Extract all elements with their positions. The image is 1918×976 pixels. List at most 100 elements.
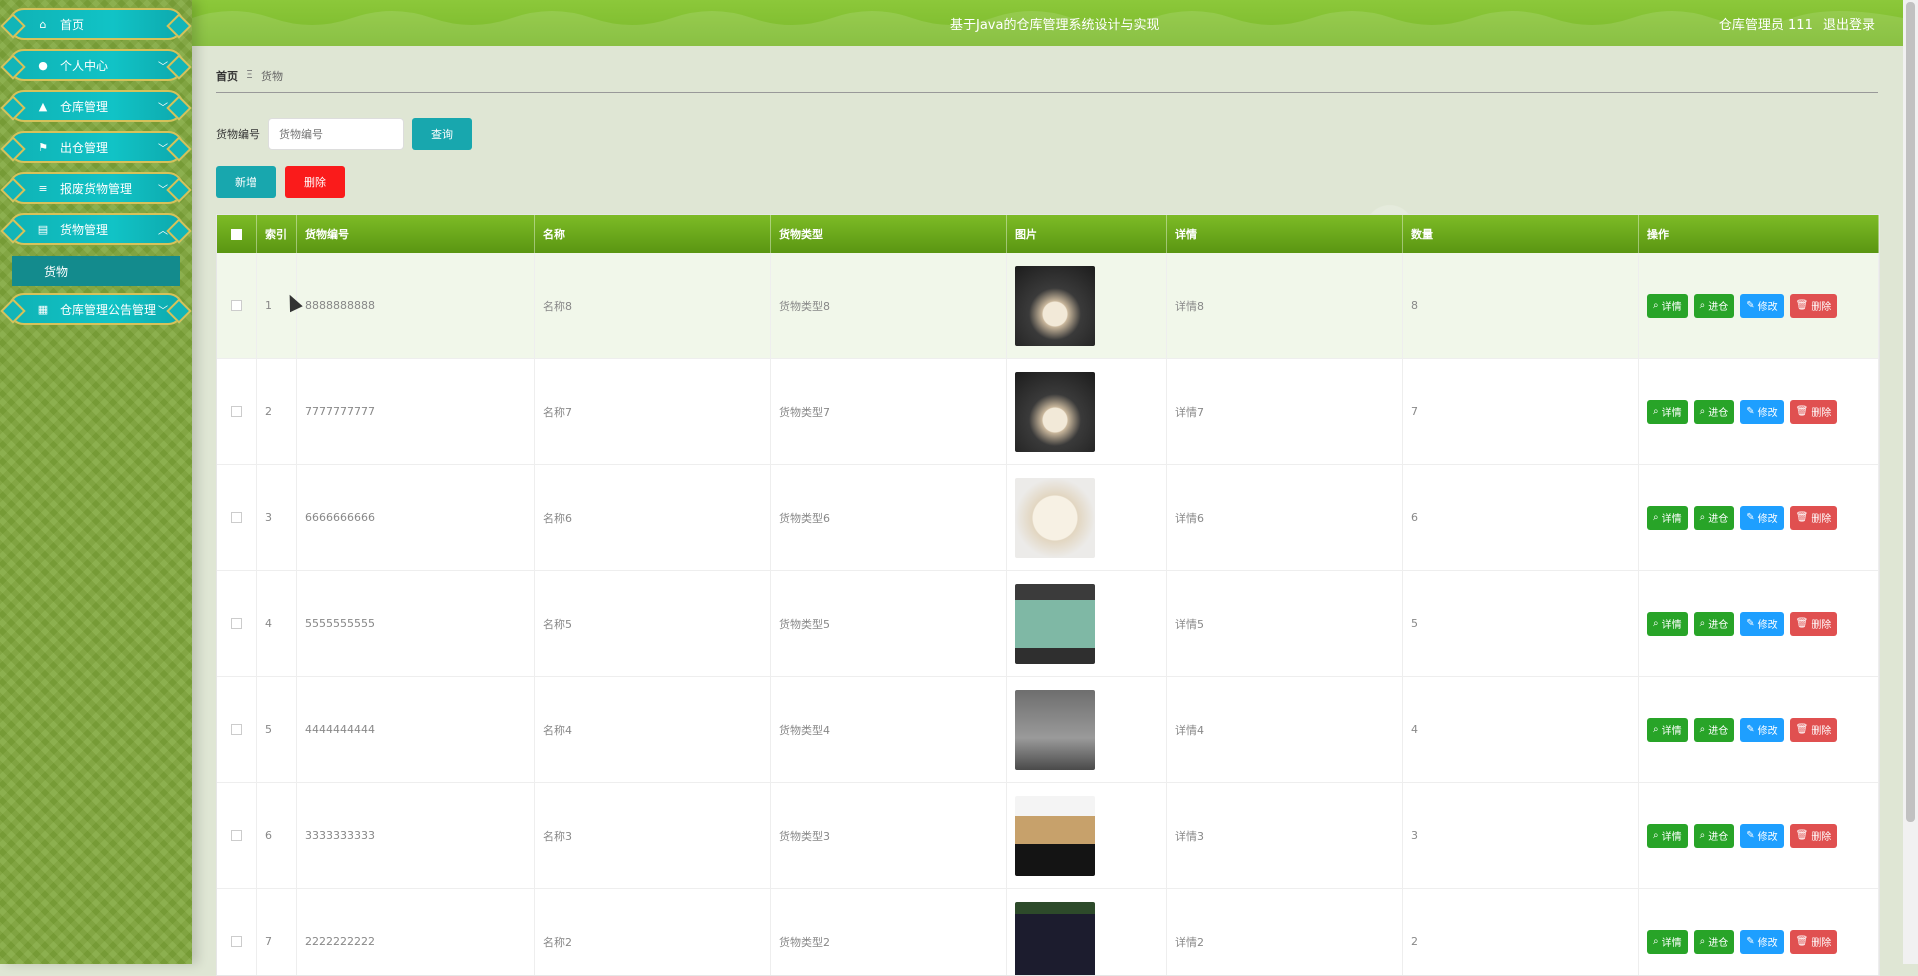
cell-actions: ⌕详情 ⌕进仓 ✎修改 🗑删除 bbox=[1639, 359, 1879, 464]
detail-button[interactable]: ⌕详情 bbox=[1647, 400, 1688, 424]
cell-goods-type: 货物类型7 bbox=[771, 359, 1007, 464]
column-header: 详情 bbox=[1167, 215, 1403, 253]
detail-button[interactable]: ⌕详情 bbox=[1647, 718, 1688, 742]
sidebar-item-goods[interactable]: ▤ 货物管理 ︿ bbox=[8, 213, 184, 245]
scrollbar-thumb[interactable] bbox=[1906, 2, 1915, 822]
cell-image bbox=[1007, 253, 1167, 358]
column-header: 操作 bbox=[1639, 215, 1879, 253]
inbound-button[interactable]: ⌕进仓 bbox=[1694, 294, 1735, 318]
sidebar-item-scrap[interactable]: ≡ 报废货物管理 ﹀ bbox=[8, 172, 184, 204]
sidebar-item-label: 个人中心 bbox=[60, 57, 158, 74]
delete-button[interactable]: 🗑删除 bbox=[1790, 824, 1838, 848]
detail-button[interactable]: ⌕详情 bbox=[1647, 930, 1688, 954]
edit-button[interactable]: ✎修改 bbox=[1740, 506, 1783, 530]
sidebar-item-label: 仓库管理 bbox=[60, 98, 158, 115]
delete-button[interactable]: 🗑删除 bbox=[1790, 612, 1838, 636]
table-body: 1 8888888888 名称8 货物类型8 详情8 8 ⌕详情 ⌕进仓 ✎修改… bbox=[217, 253, 1879, 976]
trash-icon: 🗑 bbox=[1796, 724, 1809, 735]
batch-delete-button[interactable]: 删除 bbox=[285, 166, 345, 198]
breadcrumb-current: 货物 bbox=[261, 68, 283, 84]
button-label: 修改 bbox=[1758, 616, 1778, 631]
cell-goods-code: 5555555555 bbox=[297, 571, 535, 676]
list-icon: ≡ bbox=[36, 182, 50, 195]
inbound-button[interactable]: ⌕进仓 bbox=[1694, 612, 1735, 636]
chevron-down-icon: ﹀ bbox=[158, 302, 168, 317]
pencil-icon: ✎ bbox=[1746, 406, 1754, 417]
inbound-button[interactable]: ⌕进仓 bbox=[1694, 506, 1735, 530]
cell-goods-code: 2222222222 bbox=[297, 889, 535, 976]
trash-icon: 🗑 bbox=[1796, 936, 1809, 947]
goods-code-search-input[interactable] bbox=[268, 118, 404, 150]
edit-button[interactable]: ✎修改 bbox=[1740, 718, 1783, 742]
chevron-up-icon: ︿ bbox=[158, 222, 168, 237]
inbound-button[interactable]: ⌕进仓 bbox=[1694, 400, 1735, 424]
search-icon: ⌕ bbox=[1700, 300, 1706, 311]
row-checkbox[interactable] bbox=[231, 936, 242, 947]
query-button[interactable]: 查询 bbox=[412, 118, 472, 150]
row-checkbox[interactable] bbox=[231, 724, 242, 735]
cell-name: 名称4 bbox=[535, 677, 771, 782]
cell-detail: 详情3 bbox=[1167, 783, 1403, 888]
edit-button[interactable]: ✎修改 bbox=[1740, 930, 1783, 954]
detail-button[interactable]: ⌕详情 bbox=[1647, 506, 1688, 530]
sidebar-item-personal-center[interactable]: ● 个人中心 ﹀ bbox=[8, 49, 184, 81]
row-select-cell bbox=[217, 465, 257, 570]
select-all-cell bbox=[217, 215, 257, 253]
logout-link[interactable]: 退出登录 bbox=[1823, 18, 1875, 33]
clipboard-icon: ▤ bbox=[36, 223, 50, 236]
pencil-icon: ✎ bbox=[1746, 936, 1754, 947]
delete-button[interactable]: 🗑删除 bbox=[1790, 506, 1838, 530]
page-scrollbar[interactable] bbox=[1903, 0, 1918, 964]
button-label: 详情 bbox=[1662, 722, 1682, 737]
edit-button[interactable]: ✎修改 bbox=[1740, 294, 1783, 318]
edit-button[interactable]: ✎修改 bbox=[1740, 400, 1783, 424]
sidebar-item-warehouse[interactable]: ▲ 仓库管理 ﹀ bbox=[8, 90, 184, 122]
add-button[interactable]: 新增 bbox=[216, 166, 276, 198]
inbound-button[interactable]: ⌕进仓 bbox=[1694, 930, 1735, 954]
breadcrumb-home[interactable]: 首页 bbox=[216, 68, 238, 84]
flag-icon: ⚑ bbox=[36, 141, 50, 154]
cell-goods-type: 货物类型5 bbox=[771, 571, 1007, 676]
cell-image bbox=[1007, 783, 1167, 888]
delete-button[interactable]: 🗑删除 bbox=[1790, 400, 1838, 424]
detail-button[interactable]: ⌕详情 bbox=[1647, 612, 1688, 636]
sidebar-item-outbound[interactable]: ⚑ 出仓管理 ﹀ bbox=[8, 131, 184, 163]
delete-button[interactable]: 🗑删除 bbox=[1790, 718, 1838, 742]
row-checkbox[interactable] bbox=[231, 512, 242, 523]
detail-button[interactable]: ⌕详情 bbox=[1647, 294, 1688, 318]
row-checkbox[interactable] bbox=[231, 300, 242, 311]
button-label: 进仓 bbox=[1708, 510, 1728, 525]
table-row: 6 3333333333 名称3 货物类型3 详情3 3 ⌕详情 ⌕进仓 ✎修改… bbox=[217, 783, 1879, 889]
delete-button[interactable]: 🗑删除 bbox=[1790, 294, 1838, 318]
button-label: 进仓 bbox=[1708, 616, 1728, 631]
sidebar-subitem-goods[interactable]: 货物 bbox=[12, 256, 180, 286]
button-label: 修改 bbox=[1758, 510, 1778, 525]
cell-goods-type: 货物类型3 bbox=[771, 783, 1007, 888]
cell-index: 6 bbox=[257, 783, 297, 888]
column-header: 名称 bbox=[535, 215, 771, 253]
row-checkbox[interactable] bbox=[231, 406, 242, 417]
sidebar-item-home[interactable]: ⌂ 首页 bbox=[8, 8, 184, 40]
column-header: 数量 bbox=[1403, 215, 1639, 253]
delete-button[interactable]: 🗑删除 bbox=[1790, 930, 1838, 954]
row-checkbox[interactable] bbox=[231, 830, 242, 841]
column-header: 货物类型 bbox=[771, 215, 1007, 253]
chevron-down-icon: ﹀ bbox=[158, 58, 168, 73]
cell-name: 名称7 bbox=[535, 359, 771, 464]
select-all-checkbox[interactable] bbox=[231, 229, 242, 240]
inbound-button[interactable]: ⌕进仓 bbox=[1694, 824, 1735, 848]
cell-index: 7 bbox=[257, 889, 297, 976]
edit-button[interactable]: ✎修改 bbox=[1740, 824, 1783, 848]
sidebar-item-announcement[interactable]: ▦ 仓库管理公告管理 ﹀ bbox=[8, 293, 184, 325]
row-checkbox[interactable] bbox=[231, 618, 242, 629]
edit-button[interactable]: ✎修改 bbox=[1740, 612, 1783, 636]
button-label: 修改 bbox=[1758, 722, 1778, 737]
cell-image bbox=[1007, 571, 1167, 676]
user-area: 仓库管理员 111 退出登录 bbox=[1713, 14, 1875, 33]
cell-image bbox=[1007, 359, 1167, 464]
inbound-button[interactable]: ⌕进仓 bbox=[1694, 718, 1735, 742]
cell-actions: ⌕详情 ⌕进仓 ✎修改 🗑删除 bbox=[1639, 677, 1879, 782]
breadcrumb-separator: Ξ bbox=[246, 68, 253, 84]
detail-button[interactable]: ⌕详情 bbox=[1647, 824, 1688, 848]
search-icon: ⌕ bbox=[1700, 512, 1706, 523]
